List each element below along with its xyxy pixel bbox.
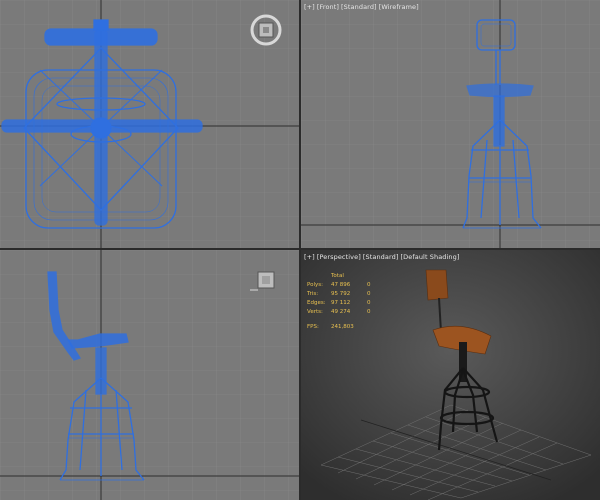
top-view-canvas (0, 0, 299, 248)
viewport-front-label[interactable]: [+] [Front] [Standard] [Wireframe] (304, 3, 421, 11)
viewport-shading[interactable]: [Default Shading] (401, 253, 460, 261)
stats-row: Tris: 95 792 0 (307, 290, 387, 299)
stats-value: 95 792 (331, 291, 351, 297)
stats-row: Polys: 47 896 0 (307, 281, 387, 290)
stats-key: Verts: (307, 309, 323, 315)
stats-row: Edges: 97 112 0 (307, 299, 387, 308)
stats-key: Polys: (307, 282, 323, 288)
viewport-menu[interactable]: [+] (304, 3, 315, 11)
left-view-canvas (0, 250, 299, 500)
viewport-standard[interactable]: [Standard] (341, 3, 377, 11)
stats-row: Verts: 49 274 0 (307, 308, 387, 317)
viewport-point-of-view[interactable]: [Perspective] (317, 253, 361, 261)
stats-key: Tris: (307, 291, 319, 297)
stats-value: 47 896 (331, 282, 351, 288)
viewport-point-of-view[interactable]: [Front] (317, 3, 339, 11)
stats-extra: 0 (367, 282, 371, 288)
viewport-front[interactable]: [+] [Front] [Standard] [Wireframe] (301, 0, 600, 248)
statistics-overlay: Total Polys: 47 896 0 Tris: 95 792 0 Edges: 9… (307, 272, 387, 332)
stats-extra: 0 (367, 309, 371, 315)
stats-extra: 0 (367, 291, 371, 297)
fps-value: 241,803 (331, 324, 354, 330)
viewport-perspective-label[interactable]: [+] [Perspective] [Standard] [Default Shadi… (304, 253, 462, 261)
viewport-top[interactable] (0, 0, 299, 248)
viewport-shading[interactable]: [Wireframe] (379, 3, 419, 11)
fps-row: FPS: 241,803 (307, 323, 387, 332)
viewport-standard[interactable]: [Standard] (363, 253, 399, 261)
viewport-left[interactable] (0, 250, 299, 500)
stats-value: 97 112 (331, 300, 351, 306)
stats-key: Edges: (307, 300, 326, 306)
stats-extra: 0 (367, 300, 371, 306)
stats-value: 49 274 (331, 309, 351, 315)
fps-label: FPS: (307, 324, 319, 330)
front-view-canvas (301, 0, 600, 248)
viewport-menu[interactable]: [+] (304, 253, 315, 261)
viewport-perspective[interactable]: [+] [Perspective] [Standard] [Default Shadi… (301, 250, 600, 500)
stats-header: Total (331, 273, 344, 279)
